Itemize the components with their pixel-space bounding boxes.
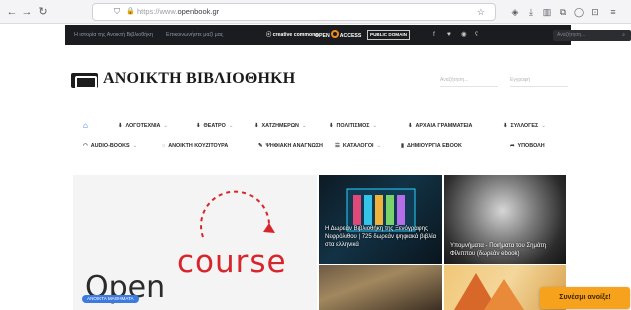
article-tile-poems[interactable]: Υπομνήματα - Ποιήματα του Σημάτη Φίλιππο… (444, 175, 566, 264)
featured-open-course[interactable]: Open course ΑΝΟΙΚΤΑ ΜΑΘΗΜΑΤΑ (73, 175, 317, 310)
account-icon[interactable]: ◯ (572, 5, 586, 19)
article-tile-3[interactable] (319, 265, 442, 310)
bookmark-icon[interactable]: ⊡ (588, 5, 602, 19)
menu-label: ΧΑΤΖΗΜΕΡΩΝ (261, 123, 299, 129)
book-icon: ⬇ (408, 123, 413, 129)
menu-label: AUDIO-BOOKS (90, 143, 130, 149)
top-search-placeholder: Αναζήτηση... (557, 32, 586, 38)
menu-label: ΨΗΦΙΑΚΗ ΑΝΑΓΝΩΣΗ (265, 143, 323, 149)
address-bar[interactable]: ⛉ 🔒 https://www.openbook.gr ☆ (92, 3, 496, 21)
menu-icon[interactable]: ≡ (606, 5, 620, 19)
open-access-icon (330, 30, 339, 38)
facebook-icon[interactable]: f (433, 25, 435, 45)
book-icon: ⬇ (196, 123, 201, 129)
download-icon[interactable]: ⤓ (524, 5, 538, 19)
menu-label: ΛΟΓΟΤΕΧΝΙΑ (125, 123, 161, 129)
arrow-icon (263, 223, 275, 233)
article-tile-library[interactable]: Η Δωρεάν Βιβλιοθήκη της Ξενόγραφης Νεφρό… (319, 175, 442, 264)
library-icon[interactable]: ▥ (540, 5, 554, 19)
chevron-down-icon: ⌄ (372, 123, 378, 129)
menu-label: ΑΝΟΙΚΤΗ ΚΟΥΖΙΤΟΥΡΑ (168, 143, 229, 149)
menu-item-kitchen[interactable]: ◌ ΑΝΟΙΚΤΗ ΚΟΥΖΙΤΟΥΡΑ (162, 143, 228, 149)
menu-item-theatre[interactable]: ⬇ ΘΕΑΤΡΟ ⌄ (196, 123, 233, 129)
list-icon: ☰ (335, 143, 340, 149)
shield-icon[interactable]: ⛉ (114, 4, 120, 20)
open-course-artwork: Open course (85, 190, 287, 305)
tile-caption: Υπομνήματα - Ποιήματα του Σημάτη Φίλιππο… (450, 243, 547, 257)
cc-label: creative commons (272, 32, 319, 38)
support-button[interactable]: Συνέσμι ανοίξε! (540, 287, 630, 309)
menu-label: ΔΗΜΙΟΥΡΓΙΑ EBOOK (406, 143, 462, 149)
header-search-field[interactable]: Αναζήτηση... (440, 74, 498, 87)
library-artwork (346, 188, 416, 232)
document-icon: ▮ (401, 143, 404, 149)
menu-label: ΥΠΟΒΟΛΗ (517, 143, 545, 149)
headphones-icon: ◠ (83, 143, 88, 149)
share-icon: ➦ (510, 143, 515, 149)
url-text[interactable]: https://www.openbook.gr (137, 4, 219, 20)
url-domain: openbook.gr (177, 7, 220, 16)
extensions-icon[interactable]: ⧉ (556, 5, 570, 19)
menu-item-audiobooks[interactable]: ◠ AUDIO-BOOKS ⌄ (83, 143, 137, 149)
hero-course-text: course (177, 244, 287, 280)
oa-access-label: ACCESS (339, 33, 362, 39)
header-search-placeholder: Αναζήτηση... (440, 77, 469, 83)
menu-item-culture[interactable]: ⬇ ΠΟΛΙΤΙΣΜΟΣ ⌄ (329, 123, 377, 129)
rss-icon[interactable]: ʕ (475, 25, 478, 45)
category-tag[interactable]: ΑΝΟΙΚΤΑ ΜΑΘΗΜΑΤΑ (82, 295, 139, 303)
url-scheme: https://www. (137, 7, 178, 16)
about-link[interactable]: Η ιστορία της Ανοικτή Βιβλιοθήκη (74, 25, 153, 45)
book-icon: ⬇ (503, 123, 508, 129)
dashed-circle (200, 190, 271, 238)
chevron-down-icon: ⌄ (228, 123, 234, 129)
twitter-icon[interactable]: ♥ (447, 25, 451, 45)
menu-item-collections[interactable]: ⬇ ΣΥΛΛΟΓΕΣ ⌄ (503, 123, 546, 129)
menu-label: ΑΡΧΑΙΑ ΓΡΑΜΜΑΤΕΙΑ (415, 123, 473, 129)
lock-icon[interactable]: 🔒 (126, 4, 135, 20)
menu-item-chatzimeron[interactable]: ⬇ ΧΑΤΖΗΜΕΡΩΝ ⌄ (254, 123, 306, 129)
oa-open-label: OPEN (315, 33, 330, 39)
header-register-label: Εγγραφή (510, 77, 531, 83)
tile-caption: Η Δωρεάν Βιβλιοθήκη της Ξενόγραφης Νεφρό… (325, 226, 437, 248)
open-access-badge[interactable]: OPEN ACCESS (315, 30, 361, 40)
pd-label: PUBLIC DOMAIN (370, 32, 408, 37)
search-icon[interactable]: ⌕ (622, 30, 625, 41)
menu-label: ΠΟΛΙΤΙΣΜΟΣ (336, 123, 370, 129)
site-top-bar: Η ιστορία της Ανοικτή Βιβλιοθήκη Επικοιν… (65, 25, 631, 45)
menu-item-ancient[interactable]: ⬇ ΑΡΧΑΙΑ ΓΡΑΜΜΑΤΕΙΑ (408, 123, 472, 129)
browser-toolbar: ← → ↻ ⛉ 🔒 https://www.openbook.gr ☆ ◈ ⤓ … (0, 0, 631, 24)
top-search-input[interactable]: Αναζήτηση... ⌕ (553, 30, 631, 41)
menu-item-catalogs[interactable]: ☰ ΚΑΤΑΛΟΓΟΙ ⌄ (335, 143, 381, 149)
contact-link[interactable]: Επικοινωνήστε μαζί μας (166, 25, 223, 45)
menu-label: ΚΑΤΑΛΟΓΟΙ (342, 143, 374, 149)
star-icon[interactable]: ☆ (477, 4, 485, 20)
reload-icon[interactable]: ↻ (36, 5, 50, 19)
menu-item-literature[interactable]: ⬇ ΛΟΓΟΤΕΧΝΙΑ ⌄ (118, 123, 168, 129)
book-icon: ⬇ (329, 123, 334, 129)
forward-icon[interactable]: → (20, 5, 34, 19)
book-icon: ⬇ (118, 123, 123, 129)
chevron-down-icon: ⌄ (301, 123, 307, 129)
instagram-icon[interactable]: ◉ (461, 25, 467, 45)
chevron-down-icon: ⌄ (163, 123, 168, 129)
pen-icon: ✎ (258, 143, 263, 149)
creative-commons-badge[interactable]: ⓒ creative commons (266, 30, 318, 40)
book-icon: ⬇ (254, 123, 259, 129)
logo-icon[interactable] (71, 73, 98, 89)
menu-item-submit[interactable]: ➦ ΥΠΟΒΟΛΗ (510, 143, 545, 149)
home-icon[interactable]: ⌂ (83, 121, 88, 130)
menu-item-digital-reading[interactable]: ✎ ΨΗΦΙΑΚΗ ΑΝΑΓΝΩΣΗ (258, 143, 323, 149)
chevron-down-icon: ⌄ (376, 143, 382, 149)
site-logo-text[interactable]: ΑΝΟΙΚΤΗ ΒΙΒΛΙΟΘΗΚΗ (103, 70, 295, 88)
chevron-down-icon: ⌄ (541, 123, 546, 129)
header-register-field[interactable]: Εγγραφή (510, 74, 568, 87)
menu-label: ΣΥΛΛΟΓΕΣ (510, 123, 539, 129)
back-icon[interactable]: ← (5, 5, 19, 19)
chevron-down-icon: ⌄ (132, 143, 138, 149)
pocket-icon[interactable]: ◈ (508, 5, 522, 19)
chat-icon: ◌ (162, 143, 166, 149)
menu-item-create-ebook[interactable]: ▮ ΔΗΜΙΟΥΡΓΙΑ EBOOK (401, 143, 462, 149)
menu-label: ΘΕΑΤΡΟ (203, 123, 226, 129)
public-domain-badge[interactable]: PUBLIC DOMAIN (367, 30, 411, 40)
